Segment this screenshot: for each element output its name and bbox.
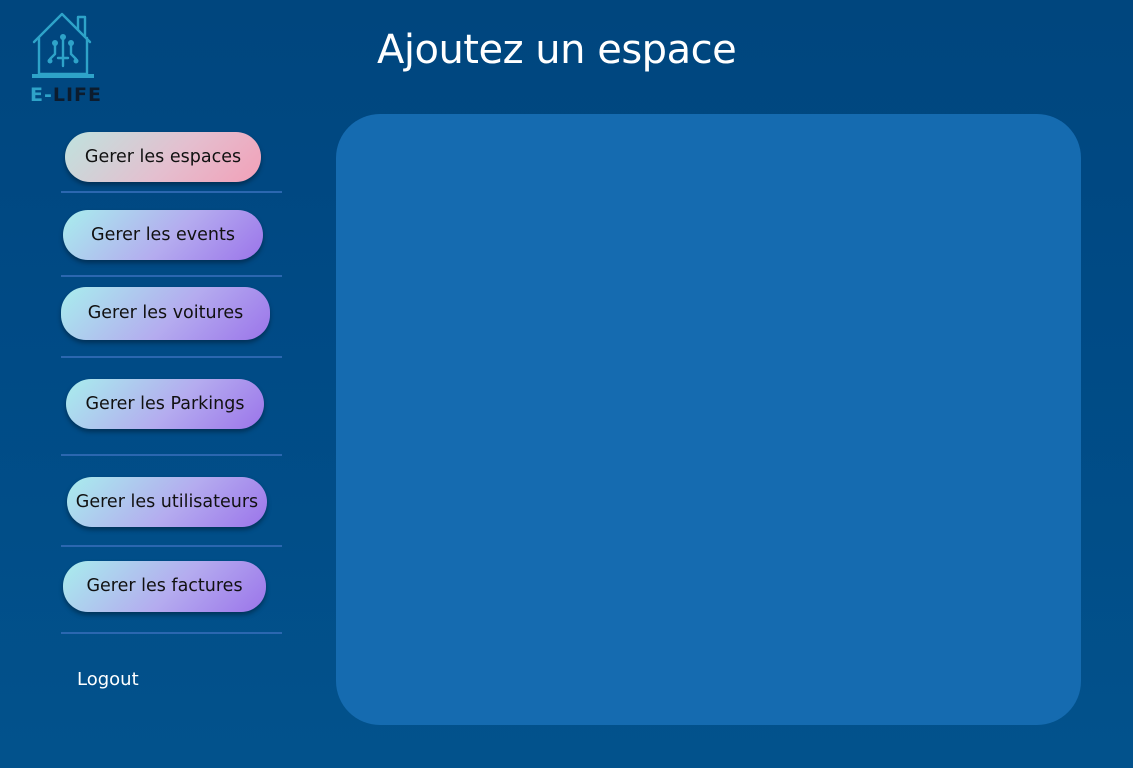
app-logo: E-LIFE	[28, 8, 102, 106]
sidebar-item-events[interactable]: Gerer les events	[63, 210, 263, 260]
sidebar-item-utilisateurs[interactable]: Gerer les utilisateurs	[67, 477, 267, 527]
sidebar-divider	[61, 356, 282, 358]
sidebar-divider	[61, 632, 282, 634]
sidebar-divider	[61, 454, 282, 456]
sidebar-divider	[61, 191, 282, 193]
sidebar-item-factures[interactable]: Gerer les factures	[63, 561, 266, 612]
logo-wordmark-prefix: E-	[30, 84, 53, 106]
sidebar-item-voitures[interactable]: Gerer les voitures	[61, 287, 270, 340]
logo-wordmark-suffix: LIFE	[52, 84, 103, 106]
sidebar-item-parkings[interactable]: Gerer les Parkings	[66, 379, 264, 429]
logo-wordmark: E-LIFE	[30, 84, 102, 106]
sidebar-divider	[61, 275, 282, 277]
house-circuit-icon	[32, 12, 94, 78]
content-panel	[336, 114, 1081, 725]
logout-link[interactable]: Logout	[77, 667, 139, 693]
page-title: Ajoutez un espace	[377, 27, 737, 73]
sidebar-item-espaces[interactable]: Gerer les espaces	[65, 132, 261, 182]
sidebar-divider	[61, 545, 282, 547]
